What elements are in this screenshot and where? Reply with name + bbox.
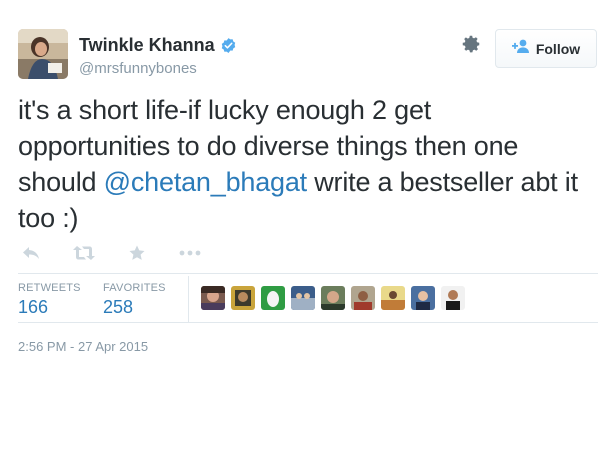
verified-badge-icon [220,37,237,54]
avatar[interactable] [231,286,255,310]
add-user-icon [511,39,530,58]
avatar[interactable] [321,286,345,310]
gear-icon[interactable] [460,33,482,55]
mention-link[interactable]: @chetan_bhagat [104,167,307,197]
user-avatar[interactable] [18,29,68,79]
stats-top-divider [18,273,598,274]
avatar[interactable] [351,286,375,310]
user-names: Twinkle Khanna @mrsfunnybones [79,35,237,77]
tweet-timestamp[interactable]: 2:56 PM - 27 Apr 2015 [18,339,148,354]
tweet-text: it's a short life-if lucky enough 2 get … [18,92,588,236]
stats-separator [188,276,189,322]
avatar[interactable] [291,286,315,310]
stats-bottom-divider [18,322,598,323]
retweets-stat[interactable]: RETWEETS 166 [18,276,81,318]
tweet-actions [20,244,232,262]
favorites-count: 258 [103,297,134,317]
retweets-count: 166 [18,297,49,317]
avatar[interactable] [261,286,285,310]
follow-button-label: Follow [535,40,581,57]
retweets-label: RETWEETS [18,282,81,294]
follow-button[interactable]: Follow [495,29,597,68]
favorite-icon[interactable] [126,244,148,262]
tweet-header: Twinkle Khanna @mrsfunnybones Follow [18,29,598,81]
favorites-stat[interactable]: FAVORITES 258 [103,276,166,318]
retweet-icon[interactable] [73,244,95,262]
reply-icon[interactable] [20,244,42,262]
user-handle[interactable]: @mrsfunnybones [79,60,237,77]
avatar[interactable] [381,286,405,310]
more-icon[interactable] [179,244,201,262]
avatar[interactable] [441,286,465,310]
tweet-stats: RETWEETS 166 FAVORITES 258 [18,276,598,322]
avatar[interactable] [411,286,435,310]
avatar[interactable] [201,286,225,310]
favorites-label: FAVORITES [103,282,166,294]
user-fullname[interactable]: Twinkle Khanna [79,35,215,56]
favoriter-avatars [201,286,471,310]
